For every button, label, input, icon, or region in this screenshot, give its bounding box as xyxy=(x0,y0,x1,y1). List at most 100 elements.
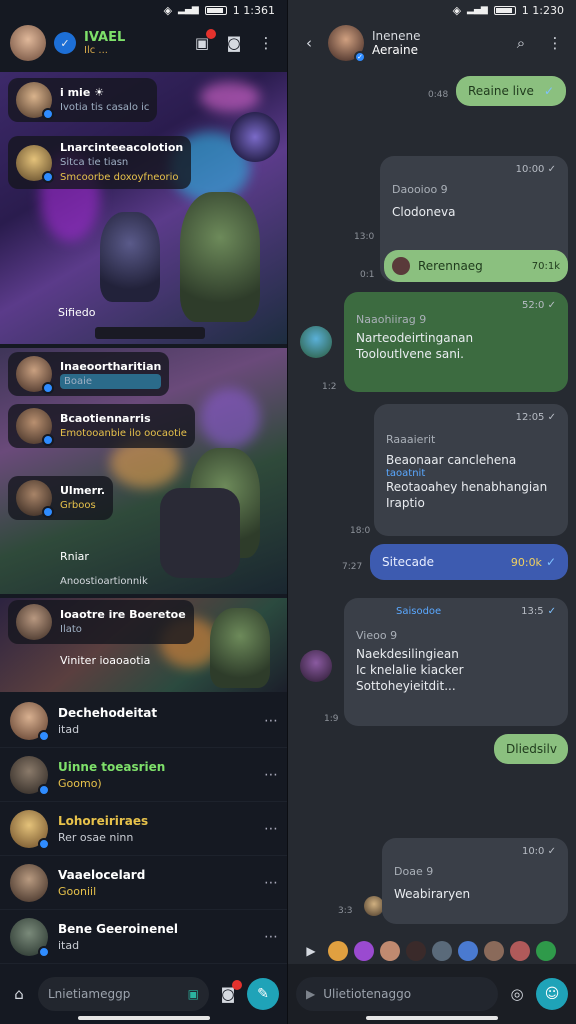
chat-preview-pill[interactable]: i mie ☀ Ivotia tis casalo ic xyxy=(8,78,158,122)
chat-preview: Goomo) xyxy=(58,776,102,790)
chat-list-pane: ◈ ▂▄▆ 1 1:361 ✓ IVAEL Ilc ... ▣ ◙ ⋮ i mi… xyxy=(0,0,288,1024)
sticker-icon[interactable] xyxy=(380,941,400,961)
message-line: Tooloutlvene sani. xyxy=(356,347,464,361)
check-icon: ✓ xyxy=(547,164,556,175)
message-line: Ic knelalie kiacker xyxy=(356,663,464,677)
sticker-icon[interactable] xyxy=(458,941,478,961)
chat-preview-pill[interactable]: Ioaotre ire Boeretoe Ilato xyxy=(8,600,194,644)
contact-avatar[interactable]: ✓ xyxy=(328,25,366,63)
message-input[interactable]: ▶ Ulietiotenaggo xyxy=(296,977,498,1011)
list-item[interactable]: Uinne toeasrien Goomo) ⋯ xyxy=(0,748,287,802)
avatar xyxy=(10,863,48,902)
message-bubble-incoming[interactable]: 52:0 ✓ Naaohiirag 9 Narteodeirtinganan T… xyxy=(344,292,568,392)
more-icon[interactable]: ⋯ xyxy=(264,713,278,729)
chat-preview-pill[interactable]: Ulmerr. Grboos xyxy=(8,476,114,520)
avatar xyxy=(16,604,52,640)
camera-icon[interactable]: ◙ xyxy=(223,32,245,54)
more-icon[interactable]: ⋯ xyxy=(264,875,278,891)
media-card[interactable]: i mie ☀ Ivotia tis casalo ic Lnarcinteea… xyxy=(0,72,287,344)
sticker-icon[interactable] xyxy=(328,941,348,961)
sender-avatar[interactable] xyxy=(300,326,332,358)
chat-header: ‹ ✓ Inenene Aeraine ⌕ ⋮ xyxy=(288,20,576,66)
message-bubble-incoming[interactable]: Saisodoe 13:5 ✓ Vieoo 9 Naekdesilingiean I… xyxy=(344,598,568,726)
sticker-strip: ▶ xyxy=(288,938,576,964)
home-icon[interactable]: ⌂ xyxy=(8,983,30,1005)
more-icon[interactable]: ⋯ xyxy=(264,821,278,837)
more-menu-icon[interactable]: ⋮ xyxy=(255,32,277,54)
list-item[interactable]: Bene Geeroinenel itad ⋯ xyxy=(0,910,287,964)
message-bubble-incoming[interactable]: 12:05 ✓ Raaaierit Beaonaar canclehena ta… xyxy=(374,404,568,536)
avatar xyxy=(16,82,54,120)
card-caption-secondary: Anoostioartionnik xyxy=(60,576,148,587)
sticker-icon[interactable] xyxy=(484,941,504,961)
message-subtitle: Vieoo 9 xyxy=(356,629,398,642)
more-menu-icon[interactable]: ⋮ xyxy=(544,32,566,54)
chat-name: Vaaelocelard xyxy=(58,867,146,882)
card-caption: Viniter ioaoaotia xyxy=(60,654,151,667)
list-item[interactable]: Vaaelocelard Gooniil ⋯ xyxy=(0,856,287,910)
card-caption: Rniar xyxy=(60,550,89,563)
message-bubble-outgoing[interactable]: Sitecade 90:0k ✓ xyxy=(370,544,568,580)
battery-icon xyxy=(493,5,516,15)
read-check-icon: ✓ xyxy=(547,606,556,617)
message-time-side: 3:3 xyxy=(338,906,353,916)
media-card[interactable]: Ioaotre ire Boeretoe Ilato Viniter ioaoa… xyxy=(0,598,287,692)
send-button[interactable]: ☺ xyxy=(536,978,568,1010)
notifications-icon[interactable]: ▣ xyxy=(191,29,216,54)
message-link[interactable]: taoatnit xyxy=(386,468,556,479)
bottom-bar: ⌂ Lnietiameggp ▣ ◙ ✎ xyxy=(0,964,287,1024)
check-icon[interactable] xyxy=(536,941,556,961)
sticker-icon[interactable] xyxy=(432,941,452,961)
status-dot-icon xyxy=(42,170,54,183)
media-icon[interactable]: ▶ xyxy=(300,940,322,962)
pill-subtitle: Emotooanbie ilo oocaotie xyxy=(60,428,187,439)
chat-preview-pill[interactable]: Bcaotiennarris Emotooanbie ilo oocaotie xyxy=(8,404,195,448)
status-dot-icon xyxy=(42,506,54,518)
message-bubble-outgoing[interactable]: Dliedsilv xyxy=(494,734,568,764)
pill-subtitle: Ilato xyxy=(60,624,82,635)
message-sender: Saisodoe xyxy=(396,606,442,617)
back-arrow-icon[interactable]: ‹ xyxy=(298,32,320,54)
compose-button[interactable]: ✎ xyxy=(247,978,279,1010)
more-icon[interactable]: ⋯ xyxy=(264,929,278,945)
chair-artwork xyxy=(160,488,240,578)
message-bubble-outgoing[interactable]: Reaine live ✓ xyxy=(456,76,566,106)
media-icon[interactable]: ▶ xyxy=(306,987,315,1001)
attach-icon[interactable]: ◎ xyxy=(506,983,528,1005)
chat-preview: Rer osae ninn xyxy=(58,830,134,844)
search-icon[interactable]: ⌕ xyxy=(510,32,532,54)
profile-avatar[interactable] xyxy=(10,25,46,61)
message-text: Dliedsilv xyxy=(506,742,557,756)
avatar xyxy=(16,408,54,446)
pill-subtitle: Grboos xyxy=(60,500,96,511)
sticker-icon[interactable] xyxy=(510,941,530,961)
pill-title: Lnarcinteeacolotion xyxy=(60,141,184,154)
gear-artwork xyxy=(230,112,280,162)
message-line: Iraptio xyxy=(386,496,425,510)
wifi-icon: ◈ xyxy=(452,3,462,17)
list-item[interactable]: Lohoreiriraes Rer osae ninn ⋯ xyxy=(0,802,287,856)
message-input[interactable]: Lnietiameggp ▣ xyxy=(38,977,209,1011)
chat-preview-pill[interactable]: Lnarcinteeacolotion Sitca tie tiasn Smco… xyxy=(8,136,192,189)
sticker-icon[interactable] xyxy=(406,941,426,961)
pill-title: Inaeoortharitian xyxy=(60,360,162,373)
sticker-icon[interactable] xyxy=(354,941,374,961)
more-icon[interactable]: ⋯ xyxy=(264,767,278,783)
sender-avatar[interactable] xyxy=(300,650,332,682)
list-item[interactable]: Dechehodeitat itad ⋯ xyxy=(0,694,287,748)
camera-icon[interactable]: ◙ xyxy=(217,980,242,1005)
app-subtitle: Ilc ... xyxy=(84,45,108,56)
battery-icon xyxy=(204,5,227,15)
message-bubble-reply[interactable]: Rerennaeg 70:1k xyxy=(384,250,568,282)
status-dot-icon xyxy=(42,434,54,446)
message-text: Reaine live xyxy=(468,84,534,98)
chat-preview-pill[interactable]: Inaeoortharitian Boaie xyxy=(8,352,170,396)
media-card[interactable]: Inaeoortharitian Boaie Bcaotiennarris Em… xyxy=(0,348,287,594)
message-time-side: 7:27 xyxy=(342,562,363,572)
status-time: 1 1:361 xyxy=(232,3,275,17)
message-time: 90:0k xyxy=(510,555,542,569)
sticker-icon[interactable]: ▣ xyxy=(188,987,199,1001)
message-text: Clodoneva xyxy=(392,205,456,219)
sender-avatar[interactable] xyxy=(364,896,384,916)
message-bubble-incoming[interactable]: 10:0 ✓ Doae 9 Weabiraryen xyxy=(382,838,568,924)
